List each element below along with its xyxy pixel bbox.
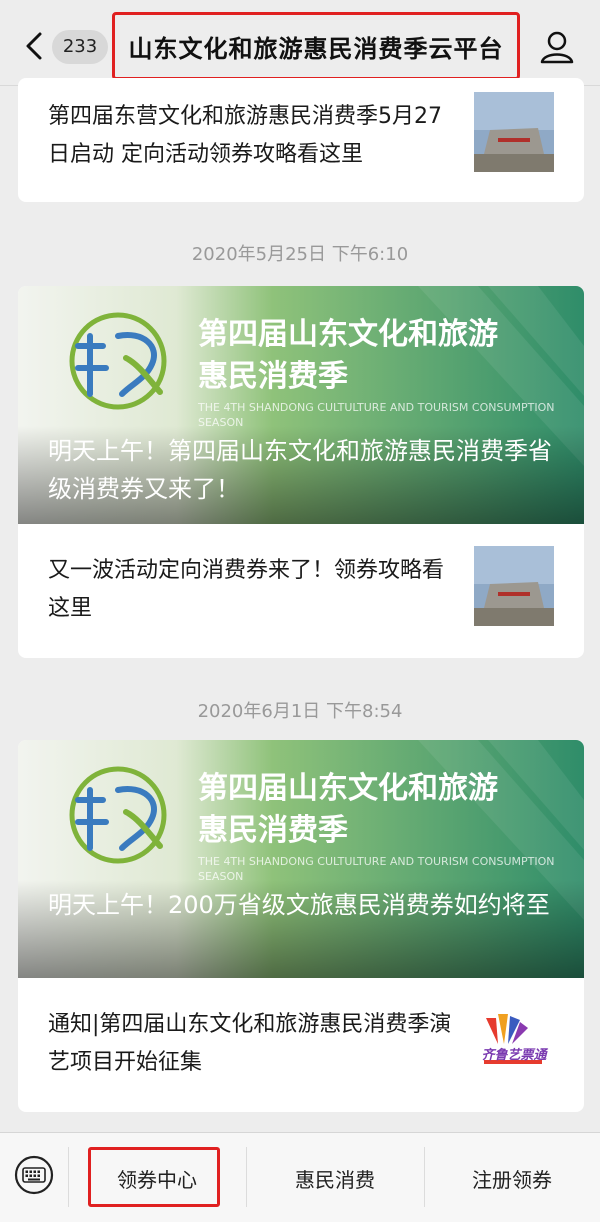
banner-title-line1: 第四届山东文化和旅游 (198, 771, 498, 806)
stone-monument-thumbnail (474, 546, 554, 626)
top-bar: 233 山东文化和旅游惠民消费季云平台 (0, 0, 600, 86)
ticket-brand-thumbnail: 齐鲁艺票通 (474, 1000, 554, 1080)
travel-logo-icon (69, 312, 167, 410)
banner-title-line1: 第四届山东文化和旅游 (198, 317, 498, 352)
menu-highlight-box (88, 1147, 220, 1207)
stone-monument-thumbnail (474, 92, 554, 172)
travel-logo-icon (69, 766, 167, 864)
article-card[interactable]: 第四届山东文化和旅游 惠民消费季 THE 4TH SHANDONG CULTUL… (18, 740, 584, 1112)
banner-title-line2: 惠民消费季 (198, 359, 348, 394)
menu-benefit-consumption[interactable]: 惠民消费 (246, 1133, 424, 1222)
title-highlight-box: 山东文化和旅游惠民消费季云平台 (112, 12, 520, 80)
unread-count-badge[interactable]: 233 (52, 30, 108, 64)
article-banner[interactable]: 第四届山东文化和旅游 惠民消费季 THE 4TH SHANDONG CULTUL… (18, 740, 584, 978)
article-card[interactable]: 第四届东营文化和旅游惠民消费季5月27日启动 定向活动领券攻略看这里 (18, 78, 584, 202)
person-icon[interactable] (538, 28, 576, 66)
article-title: 通知|第四届山东文化和旅游惠民消费季演艺项目开始征集 (48, 1012, 452, 1075)
ticket-brand-logo-icon (484, 1014, 542, 1064)
chevron-left-icon[interactable] (20, 28, 50, 64)
ticket-brand-text: 齐鲁艺票通 (481, 1048, 547, 1063)
banner-title: 第四届山东文化和旅游 惠民消费季 (198, 314, 578, 398)
article-title: 又一波活动定向消费券来了！领券攻略看这里 (48, 558, 445, 621)
article-row[interactable]: 第四届东营文化和旅游惠民消费季5月27日启动 定向活动领券攻略看这里 (18, 78, 584, 202)
article-row[interactable]: 通知|第四届山东文化和旅游惠民消费季演艺项目开始征集 齐鲁艺票通 (18, 978, 584, 1112)
article-headline: 明天上午！200万省级文旅惠民消费券如约将至 (48, 891, 550, 919)
article-card[interactable]: 第四届山东文化和旅游 惠民消费季 THE 4TH SHANDONG CULTUL… (18, 286, 584, 658)
article-banner[interactable]: 第四届山东文化和旅游 惠民消费季 THE 4TH SHANDONG CULTUL… (18, 286, 584, 524)
bottom-menu-bar: 领券中心 惠民消费 注册领券 (0, 1132, 600, 1222)
banner-title-line2: 惠民消费季 (198, 813, 348, 848)
timestamp: 2020年6月1日 下午8:54 (197, 701, 403, 722)
menu-register-coupon[interactable]: 注册领券 (424, 1133, 600, 1222)
keyboard-icon[interactable] (14, 1155, 54, 1195)
article-row[interactable]: 又一波活动定向消费券来了！领券攻略看这里 (18, 524, 584, 658)
article-headline: 明天上午！第四届山东文化和旅游惠民消费季省级消费券又来了！ (48, 437, 552, 503)
article-title: 第四届东营文化和旅游惠民消费季5月27日启动 定向活动领券攻略看这里 (48, 104, 442, 167)
timestamp: 2020年5月25日 下午6:10 (191, 244, 409, 265)
page-title: 山东文化和旅游惠民消费季云平台 (128, 34, 504, 63)
banner-title: 第四届山东文化和旅游 惠民消费季 (198, 768, 578, 852)
